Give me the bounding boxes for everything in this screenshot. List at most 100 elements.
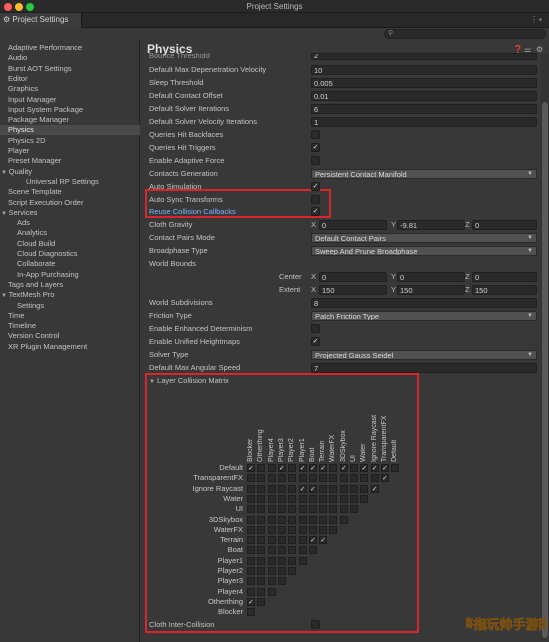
sidebar-item[interactable]: Cloud Diagnostics <box>0 249 140 259</box>
matrix-cell-checkbox[interactable] <box>257 567 266 575</box>
matrix-cell-checkbox[interactable] <box>257 474 266 483</box>
cloth-inter-collision-checkbox[interactable] <box>311 620 320 629</box>
matrix-cell-checkbox[interactable] <box>247 567 255 575</box>
matrix-cell-checkbox[interactable] <box>298 494 307 503</box>
max-angular-speed-field[interactable]: 7 <box>311 363 537 373</box>
setting-dropdown[interactable]: Persistent Contact Manifold ▼ <box>311 169 537 179</box>
center-x[interactable]: 0 <box>319 272 387 282</box>
matrix-cell-checkbox[interactable] <box>288 525 297 534</box>
matrix-cell-checkbox[interactable] <box>267 515 276 524</box>
matrix-cell-checkbox[interactable] <box>257 494 266 503</box>
extent-x[interactable]: 150 <box>319 285 387 295</box>
setting-checkbox[interactable] <box>311 156 320 165</box>
matrix-cell-checkbox[interactable] <box>267 474 276 483</box>
sidebar-item[interactable]: Scene Template <box>0 187 140 197</box>
matrix-cell-checkbox[interactable] <box>350 484 358 493</box>
matrix-cell-checkbox[interactable] <box>277 536 286 545</box>
matrix-cell-checkbox[interactable]: ✓ <box>308 464 317 472</box>
matrix-cell-checkbox[interactable] <box>288 556 297 565</box>
setting-field[interactable]: 1 <box>311 117 537 127</box>
matrix-cell-checkbox[interactable] <box>288 546 297 555</box>
setting-field[interactable]: 6 <box>311 104 537 114</box>
matrix-cell-checkbox[interactable] <box>308 494 317 503</box>
matrix-cell-checkbox[interactable]: ✓ <box>319 536 328 545</box>
sidebar-item[interactable]: Settings <box>0 301 140 311</box>
sidebar-item[interactable]: Ads <box>0 218 140 228</box>
matrix-cell-checkbox[interactable]: ✓ <box>319 464 328 472</box>
matrix-cell-checkbox[interactable] <box>267 484 276 493</box>
matrix-cell-checkbox[interactable]: ✓ <box>308 484 317 493</box>
matrix-cell-checkbox[interactable] <box>257 597 266 606</box>
matrix-cell-checkbox[interactable] <box>257 546 266 555</box>
matrix-cell-checkbox[interactable]: ✓ <box>298 464 307 472</box>
matrix-cell-checkbox[interactable] <box>329 464 338 472</box>
matrix-cell-checkbox[interactable] <box>247 546 255 555</box>
sidebar-item[interactable]: Graphics <box>0 84 140 94</box>
matrix-cell-checkbox[interactable] <box>319 525 328 534</box>
matrix-cell-checkbox[interactable] <box>319 494 328 503</box>
matrix-cell-checkbox[interactable] <box>329 505 338 514</box>
setting-checkbox[interactable] <box>311 195 320 204</box>
matrix-cell-checkbox[interactable] <box>247 494 255 503</box>
cloth-gravity-x[interactable]: 0 <box>319 220 387 230</box>
matrix-cell-checkbox[interactable] <box>298 515 307 524</box>
setting-checkbox[interactable]: ✓ <box>311 182 320 191</box>
matrix-cell-checkbox[interactable] <box>308 525 317 534</box>
matrix-cell-checkbox[interactable] <box>350 494 358 503</box>
matrix-cell-checkbox[interactable] <box>288 464 297 472</box>
matrix-cell-checkbox[interactable] <box>267 464 276 472</box>
matrix-cell-checkbox[interactable] <box>360 484 369 493</box>
solver-type-dropdown[interactable]: Projected Gauss Seidel ▼ <box>311 350 537 360</box>
matrix-cell-checkbox[interactable]: ✓ <box>277 464 286 472</box>
matrix-cell-checkbox[interactable]: ✓ <box>380 464 389 472</box>
sidebar-item[interactable]: Analytics <box>0 228 140 238</box>
matrix-cell-checkbox[interactable] <box>298 505 307 514</box>
sidebar-item[interactable]: Burst AOT Settings <box>0 64 140 74</box>
matrix-cell-checkbox[interactable] <box>277 484 286 493</box>
matrix-cell-checkbox[interactable] <box>339 515 348 524</box>
matrix-cell-checkbox[interactable] <box>288 474 297 483</box>
matrix-cell-checkbox[interactable] <box>267 494 276 503</box>
matrix-cell-checkbox[interactable] <box>319 474 328 483</box>
matrix-cell-checkbox[interactable]: ✓ <box>308 536 317 545</box>
scroll-thumb[interactable] <box>542 102 548 638</box>
matrix-cell-checkbox[interactable] <box>247 474 255 483</box>
matrix-cell-checkbox[interactable] <box>298 546 307 555</box>
matrix-cell-checkbox[interactable] <box>339 505 348 514</box>
matrix-cell-checkbox[interactable]: ✓ <box>247 597 255 606</box>
matrix-cell-checkbox[interactable] <box>247 556 255 565</box>
matrix-cell-checkbox[interactable] <box>370 474 379 483</box>
sidebar-item[interactable]: Cloud Build <box>0 239 140 249</box>
sidebar-item[interactable]: Tags and Layers <box>0 280 140 290</box>
matrix-cell-checkbox[interactable] <box>257 536 266 545</box>
matrix-cell-checkbox[interactable] <box>267 567 276 575</box>
matrix-cell-checkbox[interactable] <box>350 464 358 472</box>
matrix-cell-checkbox[interactable] <box>308 505 317 514</box>
matrix-cell-checkbox[interactable] <box>350 474 358 483</box>
foldout-arrow-icon[interactable]: ▼ <box>1 211 9 217</box>
matrix-cell-checkbox[interactable] <box>247 536 255 545</box>
matrix-cell-checkbox[interactable] <box>288 567 297 575</box>
sidebar-item[interactable]: Adaptive Performance <box>0 43 140 53</box>
matrix-cell-checkbox[interactable] <box>247 505 255 514</box>
sidebar-item[interactable]: Input System Package <box>0 105 140 115</box>
center-y[interactable]: 0 <box>397 272 465 282</box>
matrix-cell-checkbox[interactable] <box>288 515 297 524</box>
sidebar-item[interactable]: Player <box>0 146 140 156</box>
setting-field[interactable]: 0.005 <box>311 78 537 88</box>
matrix-cell-checkbox[interactable] <box>288 484 297 493</box>
broadphase-type-dropdown[interactable]: Sweep And Prune Broadphase ▼ <box>311 246 537 256</box>
setting-checkbox[interactable]: ✓ <box>311 207 320 216</box>
matrix-cell-checkbox[interactable] <box>247 515 255 524</box>
matrix-cell-checkbox[interactable] <box>267 546 276 555</box>
matrix-cell-checkbox[interactable] <box>308 474 317 483</box>
search-input[interactable]: ⚲ <box>384 29 546 39</box>
matrix-cell-checkbox[interactable] <box>267 525 276 534</box>
sidebar-item[interactable]: Physics <box>0 125 140 136</box>
matrix-cell-checkbox[interactable] <box>267 556 276 565</box>
matrix-cell-checkbox[interactable] <box>391 464 400 472</box>
matrix-cell-checkbox[interactable] <box>257 556 266 565</box>
sidebar-item[interactable]: Time <box>0 311 140 321</box>
matrix-cell-checkbox[interactable] <box>277 505 286 514</box>
sidebar-item[interactable]: Script Execution Order <box>0 198 140 208</box>
